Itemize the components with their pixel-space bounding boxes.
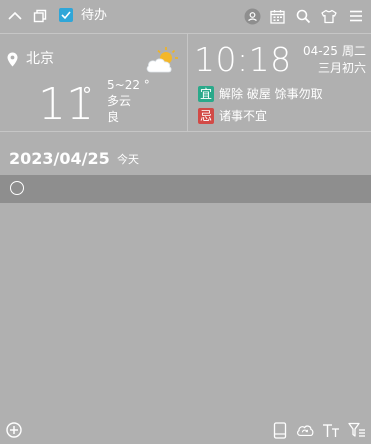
collapse-icon[interactable] [6,7,24,25]
ji-activities: 诸事不宜 [219,109,268,123]
tablet-icon[interactable] [271,421,289,439]
restore-icon[interactable] [31,7,49,25]
top-toolbar: 待办 [0,0,371,33]
yi-badge: 宜 [198,86,214,102]
weather-condition: 多云 [107,94,132,108]
todo-label[interactable]: 待办 [81,8,107,24]
todo-check-icon[interactable] [59,8,73,22]
today-label: 今天 [117,153,139,166]
search-icon[interactable] [294,7,312,25]
task-input-row[interactable] [0,175,371,203]
add-icon[interactable] [5,421,23,439]
top-divider [0,33,371,34]
partly-cloudy-icon [145,45,179,75]
lunar-date: 三月初六 [318,61,367,75]
font-size-icon[interactable] [322,421,340,439]
weekday: 周二 [342,44,367,58]
yi-activities: 解除 破屋 馀事勿取 [219,87,323,101]
menu-icon[interactable] [347,7,365,25]
date-month-day: 04-25 [303,44,338,58]
cloud-sync-icon[interactable] [296,421,314,439]
skin-icon[interactable] [320,7,338,25]
air-quality: 良 [107,110,120,124]
panel-divider [187,34,188,131]
task-checkbox[interactable] [10,181,24,195]
location-pin-icon [7,52,18,67]
degree-symbol: ° [82,83,92,107]
clock-time: 10:18 [194,40,292,79]
header-divider [0,131,371,132]
calendar-icon[interactable] [268,7,286,25]
ji-badge: 忌 [198,108,214,124]
filter-icon[interactable] [348,421,366,439]
user-icon[interactable] [243,7,261,25]
list-date-heading: 2023/04/25 [9,149,110,168]
temperature-range: 5~22 ° [107,78,150,92]
city-name[interactable]: 北京 [26,51,54,68]
